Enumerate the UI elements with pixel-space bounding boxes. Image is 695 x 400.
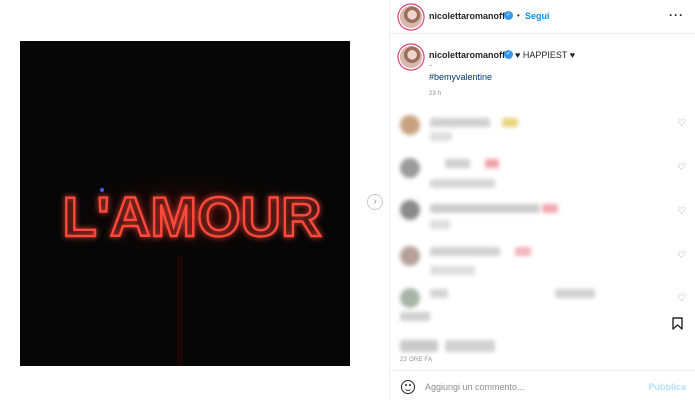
commenter-avatar[interactable] — [400, 158, 420, 178]
blurred-emoji — [515, 247, 531, 256]
comment-form: Pubblica — [390, 370, 695, 400]
hashtag-link[interactable]: #bemyvalentine — [429, 72, 492, 82]
blurred-comment-text — [430, 118, 490, 127]
comment-item: ♡ — [390, 242, 695, 282]
neon-text: L'AMOUR — [62, 185, 321, 248]
caption-username[interactable]: nicolettaromanoff — [429, 50, 505, 60]
caption-time[interactable]: 23 h — [429, 91, 441, 97]
author-username[interactable]: nicolettaromanoff — [429, 11, 505, 21]
blurred-emoji — [485, 159, 499, 168]
caption-text: ♥ HAPPIEST ♥ — [515, 50, 576, 60]
caption-line2: - — [429, 60, 432, 70]
blurred-meta — [430, 220, 450, 229]
blurred-comment-text — [555, 289, 595, 298]
verified-badge-icon: ✓ — [504, 11, 513, 20]
heart-outline-icon[interactable]: ♡ — [677, 293, 686, 304]
comment-input[interactable] — [425, 379, 625, 395]
comment-item: ♡ — [390, 284, 695, 324]
publish-button[interactable]: Pubblica — [648, 382, 686, 392]
bookmark-icon[interactable] — [672, 317, 683, 330]
blurred-comment-text — [430, 247, 500, 256]
follow-button[interactable]: Segui — [525, 11, 550, 21]
commenter-avatar[interactable] — [400, 288, 420, 308]
blurred-meta — [400, 312, 430, 321]
comment-item: ♡ — [390, 198, 695, 238]
next-arrow-icon[interactable]: › — [367, 194, 383, 210]
blurred-likes-text — [445, 340, 495, 352]
blurred-emoji — [542, 204, 558, 213]
blurred-meta — [430, 132, 452, 141]
heart-outline-icon[interactable]: ♡ — [677, 162, 686, 173]
blurred-emoji — [502, 118, 518, 127]
commenter-avatar[interactable] — [400, 246, 420, 266]
commenter-avatar[interactable] — [400, 200, 420, 220]
heart-outline-icon[interactable]: ♡ — [677, 206, 686, 217]
blue-accent-dot — [99, 187, 105, 193]
author-avatar[interactable] — [400, 6, 422, 28]
blurred-comment-text — [430, 289, 448, 298]
media-pane: L'AMOUR › — [0, 0, 388, 400]
blurred-action-icons — [400, 340, 438, 352]
emoji-icon[interactable] — [401, 380, 415, 394]
blurred-meta — [430, 266, 475, 275]
more-options-icon[interactable]: ··· — [669, 8, 684, 22]
caption-avatar[interactable] — [400, 46, 422, 68]
verified-badge-icon: ✓ — [504, 50, 513, 59]
blurred-meta — [430, 179, 495, 188]
post-timestamp: 23 ORE FA — [400, 357, 433, 363]
post-image[interactable]: L'AMOUR — [20, 41, 350, 366]
post-header: nicolettaromanoff ✓ • Segui ··· — [390, 0, 695, 34]
blurred-comment-text — [445, 159, 470, 168]
neon-sign-illustration: L'AMOUR — [20, 41, 350, 366]
comment-item: ♡ — [390, 112, 695, 150]
commenter-avatar[interactable] — [400, 115, 420, 135]
separator-dot: • — [517, 11, 520, 20]
heart-outline-icon[interactable]: ♡ — [677, 250, 686, 261]
blurred-comment-text — [430, 204, 540, 213]
heart-outline-icon[interactable]: ♡ — [677, 118, 686, 129]
post-side-panel: nicolettaromanoff ✓ • Segui ··· nicolett… — [389, 0, 695, 400]
comment-item: ♡ — [390, 155, 695, 195]
